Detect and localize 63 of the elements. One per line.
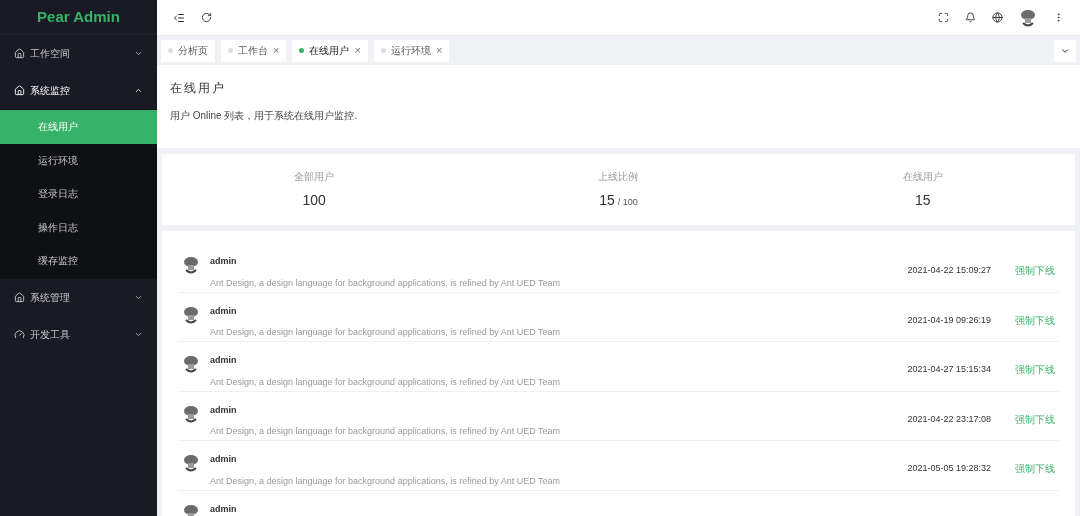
tab[interactable]: 工作台 × <box>221 39 287 62</box>
menu-item[interactable]: 系统管理 <box>0 278 157 316</box>
home-icon <box>14 85 25 96</box>
menu-item[interactable]: 系统监控 <box>0 72 157 109</box>
tab-label: 工作台 <box>238 44 268 58</box>
submenu-item[interactable]: 操作日志 <box>0 210 157 244</box>
close-icon[interactable]: × <box>354 45 361 56</box>
gauge-icon <box>14 328 25 340</box>
user-description: Ant Design, a design language for background applications, is refined by Ant UED Team <box>210 474 562 488</box>
chevron-up-icon <box>134 86 143 95</box>
stat-value: 100 <box>302 190 326 210</box>
stat-label: 全部用户 <box>294 169 335 184</box>
home-icon <box>14 48 25 59</box>
app-logo: Pear Admin <box>37 6 120 27</box>
submenu-item[interactable]: 登录日志 <box>0 177 157 211</box>
user-avatar-icon <box>182 305 200 324</box>
user-avatar-icon <box>182 355 200 374</box>
stat-value: 15 <box>915 190 931 210</box>
avatar-icon <box>1019 8 1037 27</box>
user-name: admin <box>210 502 238 516</box>
close-icon[interactable]: × <box>273 45 280 56</box>
login-time: 2021-04-19 09:26:19 <box>907 313 991 327</box>
stat-suffix: / 100 <box>617 195 638 209</box>
stat-value: 15 <box>599 190 615 210</box>
user-description: Ant Design, a design language for background applications, is refined by Ant UED Team <box>210 375 562 389</box>
user-name: admin <box>210 304 238 318</box>
submenu-item[interactable]: 运行环境 <box>0 143 157 177</box>
user-description: Ant Design, a design language for background applications, is refined by Ant UED Team <box>210 326 562 340</box>
user-avatar-icon <box>182 503 200 516</box>
chevron-down-icon <box>134 49 143 58</box>
refresh-icon[interactable] <box>201 12 212 23</box>
tab-label: 运行环境 <box>390 44 431 58</box>
tab[interactable]: 在线用户 × <box>292 39 368 62</box>
menu-item[interactable]: 工作空间 <box>0 35 157 72</box>
login-time: 2021-05-05 19:28:32 <box>907 462 991 476</box>
fullscreen-icon[interactable] <box>938 12 949 23</box>
tab-label: 在线用户 <box>309 44 350 58</box>
user-description: Ant Design, a design language for background applications, is refined by Ant UED Team <box>210 425 562 439</box>
login-time: 2021-04-22 23:17:08 <box>907 412 991 426</box>
stat-label: 上线比例 <box>598 169 639 184</box>
user-description: Ant Design, a design language for background applications, is refined by Ant UED Team <box>210 276 562 290</box>
globe-icon[interactable] <box>992 12 1003 23</box>
menu-icon[interactable] <box>173 11 185 24</box>
menu-item[interactable]: 开发工具 <box>0 315 157 353</box>
user-name: admin <box>210 255 238 268</box>
submenu-item[interactable]: 缓存监控 <box>0 244 157 278</box>
user-name: admin <box>210 453 238 467</box>
tab-label: 分析页 <box>178 44 208 58</box>
user-avatar-icon <box>182 404 200 423</box>
user-name: admin <box>210 354 238 368</box>
page-title: 在线用户 <box>170 80 227 97</box>
user-avatar-icon <box>182 256 200 274</box>
close-icon[interactable]: × <box>435 45 443 56</box>
tab[interactable]: 分析页 <box>161 39 215 62</box>
login-time: 2021-04-22 15:09:27 <box>907 264 991 277</box>
page-description: 用户 Online 列表，用于系统在线用户监控. <box>170 109 359 123</box>
stat-label: 在线用户 <box>902 169 943 184</box>
user-name: admin <box>210 403 238 417</box>
login-time: 2021-04-27 15:15:34 <box>907 363 991 377</box>
home-icon <box>14 291 25 303</box>
notification-icon[interactable] <box>965 12 976 23</box>
user-avatar-icon <box>182 454 200 473</box>
tab[interactable]: 运行环境 × <box>373 39 450 62</box>
